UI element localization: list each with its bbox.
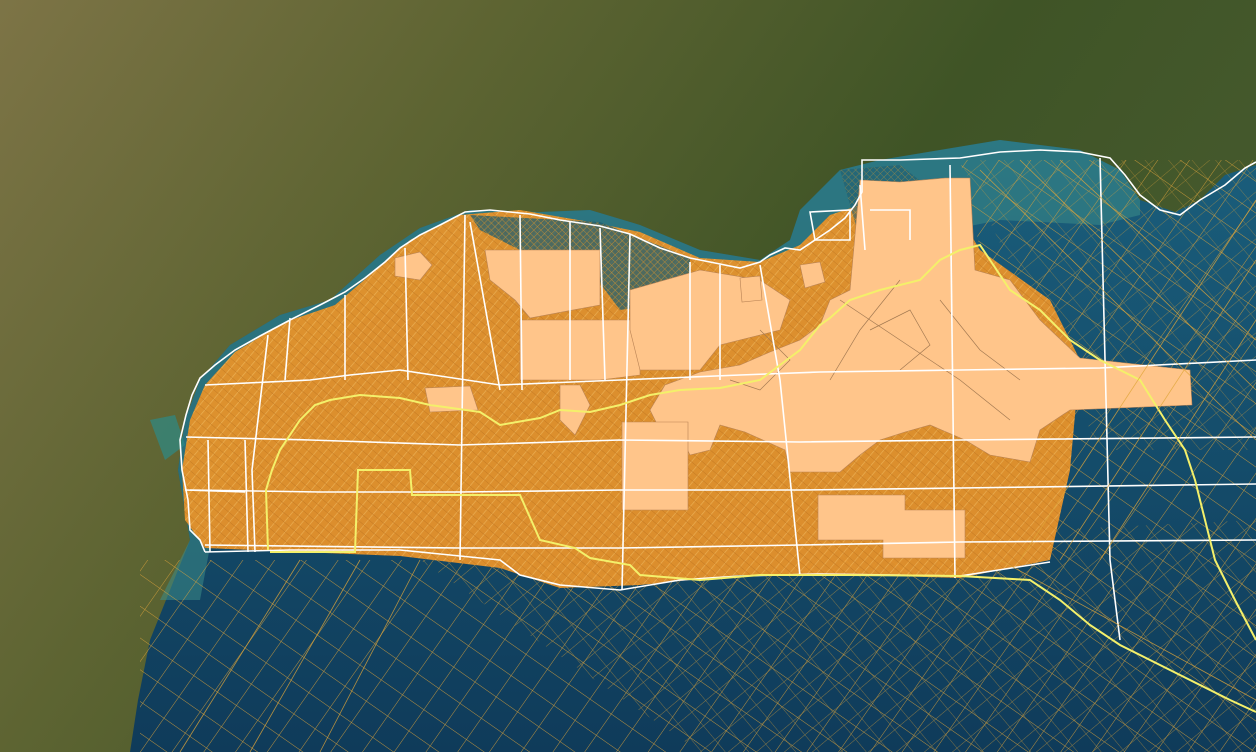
- lease-polygon: [621, 421, 689, 511]
- lease-polygon: [739, 275, 763, 303]
- map-canvas[interactable]: [0, 0, 1256, 752]
- lease-polygon: [519, 319, 641, 381]
